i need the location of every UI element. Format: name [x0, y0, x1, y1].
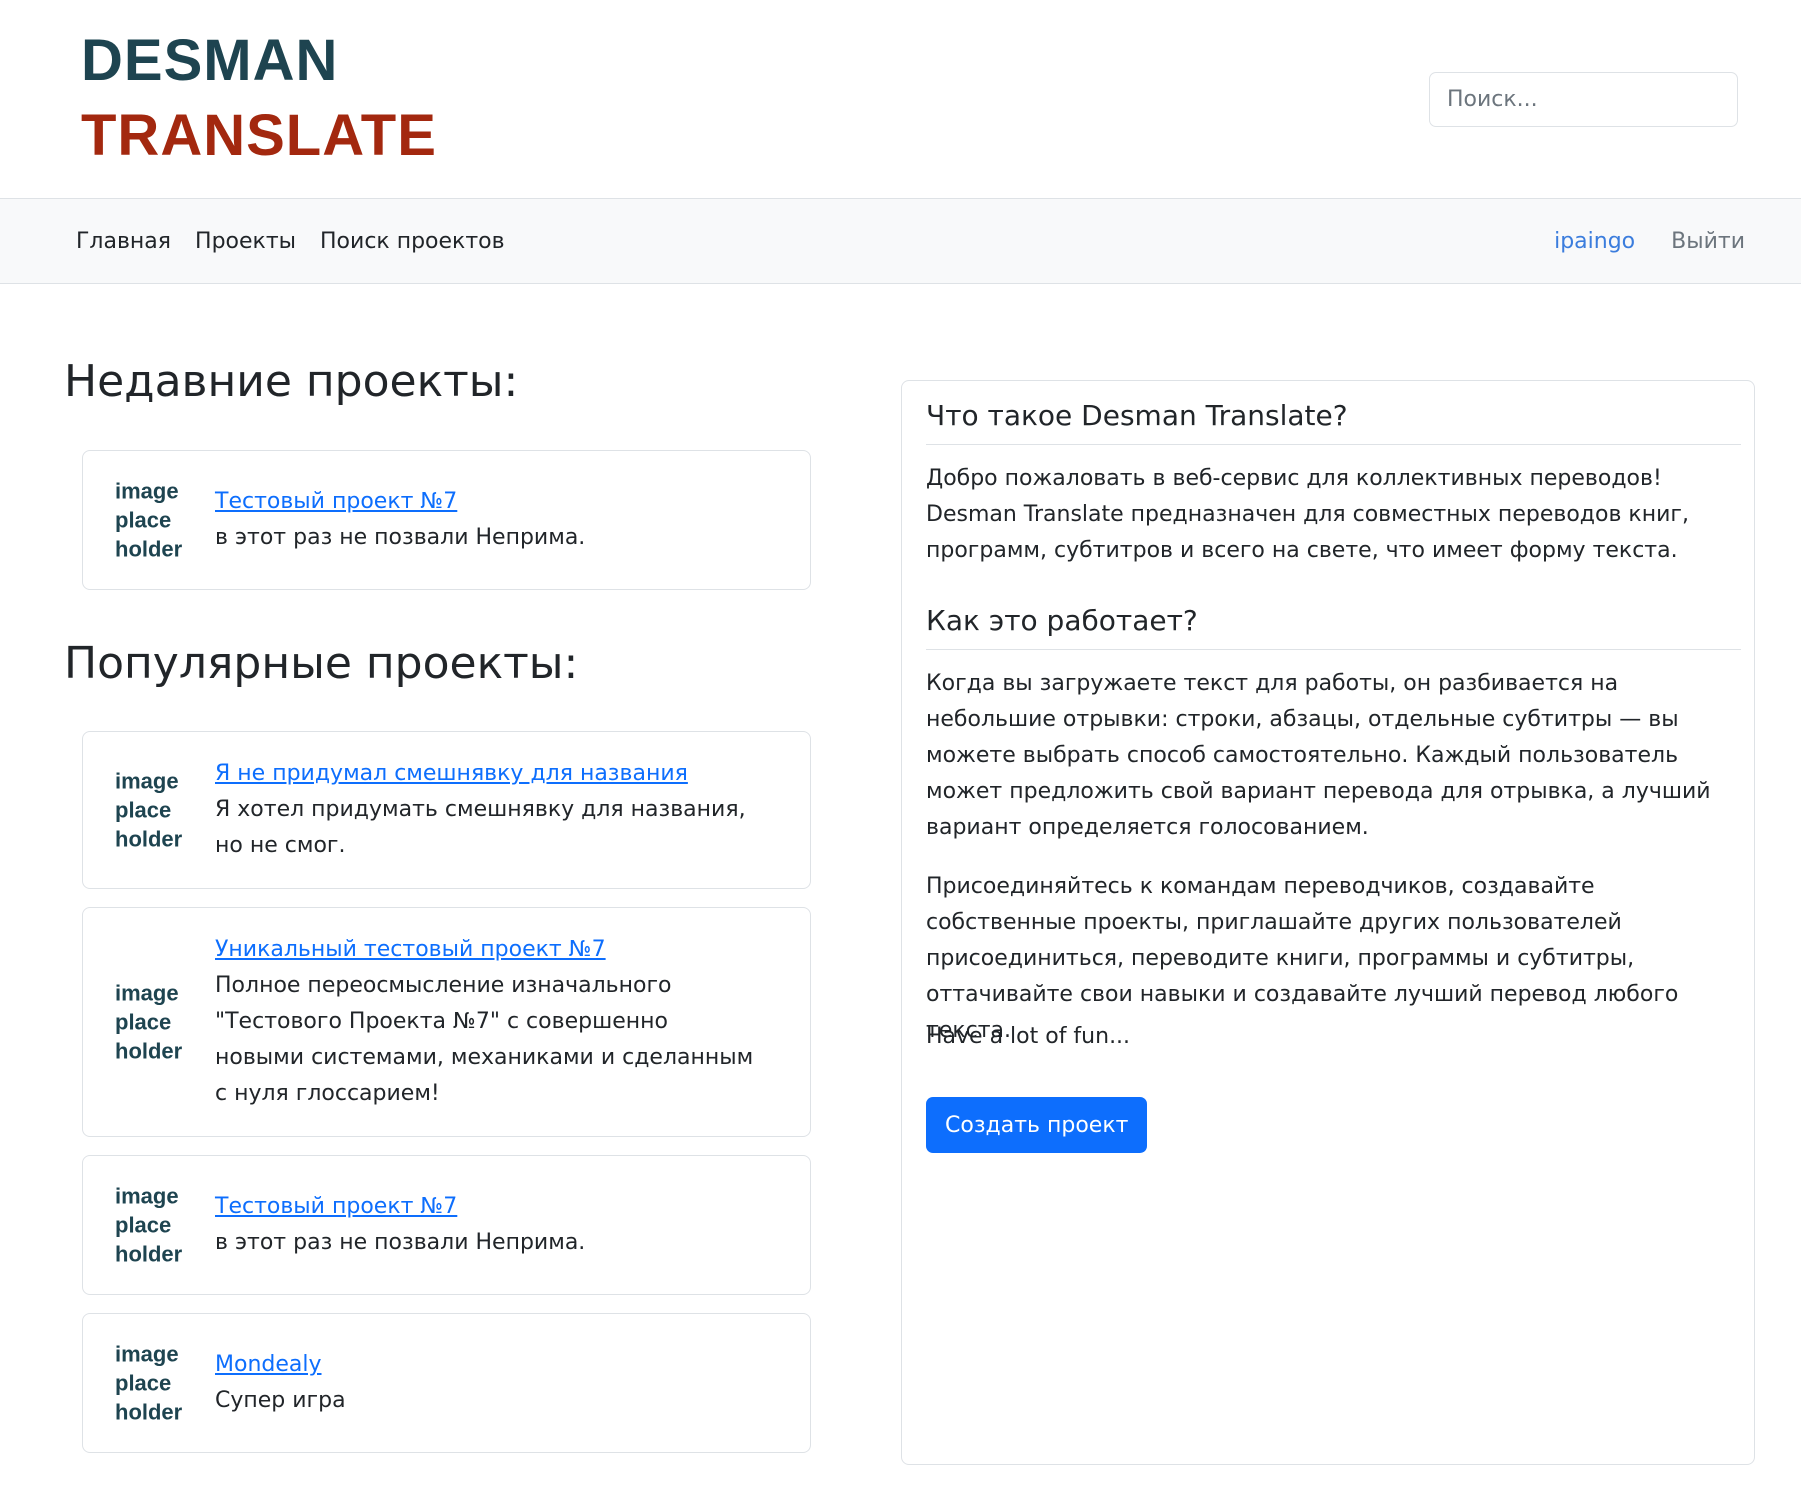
project-link[interactable]: Тестовый проект №7 — [215, 484, 760, 520]
nav-item-home[interactable]: Главная — [64, 229, 183, 254]
project-card-body: Уникальный тестовый проект №7 Полное пер… — [215, 932, 760, 1112]
how-it-works-paragraph: Когда вы загружаете текст для работы, он… — [926, 671, 1711, 840]
how-it-works-heading: Как это работает? — [926, 604, 1741, 650]
project-image-placeholder: image place holder — [115, 1183, 183, 1267]
project-link[interactable]: Тестовый проект №7 — [215, 1189, 760, 1225]
project-card: image place holder Mondealy Супер игра — [82, 1313, 811, 1453]
project-card-body: Mondealy Супер игра — [215, 1347, 760, 1419]
project-image-placeholder: image place holder — [115, 980, 183, 1064]
project-image-placeholder: image place holder — [115, 478, 183, 562]
project-description: Я хотел придумать смешнявку для названия… — [215, 797, 746, 858]
nav-links: Главная Проекты Поиск проектов — [64, 199, 517, 283]
project-card: image place holder Я не придумал смешняв… — [82, 731, 811, 889]
project-description: в этот раз не позвали Неприма. — [215, 525, 586, 550]
site-logo[interactable]: DESMAN TRANSLATE — [81, 28, 437, 169]
nav-user-area: ipaingo Выйти — [1554, 199, 1745, 283]
recent-projects-title: Недавние проекты: — [64, 356, 519, 407]
logo-line-desman: DESMAN — [81, 28, 339, 93]
nav-item-project-search[interactable]: Поиск проектов — [308, 229, 517, 254]
about-heading: Что такое Desman Translate? — [926, 399, 1741, 445]
project-card-body: Я не придумал смешнявку для названия Я х… — [215, 756, 760, 864]
project-image-placeholder: image place holder — [115, 1341, 183, 1425]
popular-projects-title: Популярные проекты: — [64, 638, 579, 689]
project-card: image place holder Тестовый проект №7 в … — [82, 1155, 811, 1295]
about-panel: Что такое Desman Translate? Добро пожало… — [901, 380, 1755, 1465]
nav-item-projects[interactable]: Проекты — [183, 229, 308, 254]
project-link[interactable]: Уникальный тестовый проект №7 — [215, 932, 760, 968]
project-card: image place holder Тестовый проект №7 в … — [82, 450, 811, 590]
main-navbar: Главная Проекты Поиск проектов ipaingo В… — [0, 198, 1801, 284]
project-link[interactable]: Mondealy — [215, 1347, 760, 1383]
project-link[interactable]: Я не придумал смешнявку для названия — [215, 756, 760, 792]
project-description: в этот раз не позвали Неприма. — [215, 1230, 586, 1255]
search-input[interactable] — [1429, 72, 1738, 127]
project-card: image place holder Уникальный тестовый п… — [82, 907, 811, 1137]
site-header: DESMAN TRANSLATE — [0, 0, 1801, 198]
project-description: Супер игра — [215, 1388, 346, 1413]
project-card-body: Тестовый проект №7 в этот раз не позвали… — [215, 484, 760, 556]
logo-line-translate: TRANSLATE — [81, 103, 437, 168]
about-paragraph: Добро пожаловать в веб-сервис для коллек… — [926, 466, 1689, 563]
project-card-body: Тестовый проект №7 в этот раз не позвали… — [215, 1189, 760, 1261]
user-profile-link[interactable]: ipaingo — [1554, 229, 1635, 254]
project-description: Полное переосмысление изначального "Тест… — [215, 973, 754, 1106]
project-image-placeholder: image place holder — [115, 768, 183, 852]
fun-paragraph: Have a lot of fun... — [926, 1024, 1131, 1049]
logout-link[interactable]: Выйти — [1671, 229, 1745, 254]
create-project-button[interactable]: Создать проект — [926, 1097, 1148, 1153]
